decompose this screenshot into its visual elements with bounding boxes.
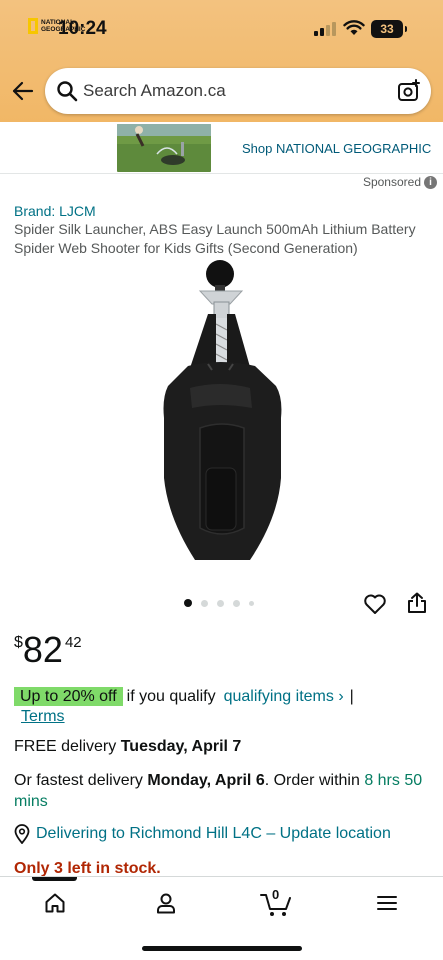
product-title: Spider Silk Launcher, ABS Easy Launch 50…	[14, 221, 416, 256]
home-indicator[interactable]	[142, 946, 302, 951]
promo-separator: |	[349, 688, 354, 705]
promo-line: Up to 20% off if you qualify qualifying it…	[14, 686, 434, 708]
update-location-link[interactable]: Delivering to Richmond Hill L4C – Update…	[14, 824, 391, 844]
camera-icon[interactable]	[397, 79, 421, 103]
wifi-icon	[343, 20, 365, 35]
location-pin-icon	[14, 824, 30, 844]
product-image[interactable]	[140, 258, 305, 563]
price: $ 82 42	[14, 629, 82, 670]
brand-link[interactable]: Brand: LJCM	[14, 203, 96, 219]
carousel-dot[interactable]	[184, 599, 192, 607]
carousel-dot[interactable]	[249, 600, 254, 606]
heart-icon[interactable]	[363, 593, 387, 615]
menu-icon	[377, 896, 397, 910]
shop-national-geographic-link[interactable]: Shop NATIONAL GEOGRAPHIC	[242, 141, 431, 156]
carousel-dot[interactable]	[201, 599, 208, 607]
share-icon[interactable]	[407, 592, 427, 614]
cart-count: 0	[272, 887, 280, 902]
battery-indicator: 33	[371, 20, 407, 38]
search-bar[interactable]	[45, 68, 431, 114]
account-icon	[157, 893, 175, 914]
carousel-dot[interactable]	[217, 599, 224, 607]
home-icon	[45, 893, 65, 913]
sponsored-label[interactable]: Sponsored i	[363, 175, 437, 189]
free-delivery: FREE delivery Tuesday, April 7	[14, 738, 242, 755]
search-input[interactable]	[83, 68, 383, 114]
fastest-delivery: Or fastest delivery Monday, April 6. Ord…	[14, 772, 423, 810]
back-arrow-icon[interactable]	[10, 78, 36, 104]
qualifying-items-link[interactable]: qualifying items ›	[224, 688, 344, 705]
nav-cart[interactable]: 0	[256, 887, 296, 919]
carousel-dot[interactable]	[233, 599, 240, 607]
ad-product-image[interactable]	[117, 124, 211, 172]
nav-account[interactable]	[146, 887, 186, 919]
active-tab-indicator	[32, 877, 77, 881]
info-icon[interactable]: i	[424, 175, 437, 189]
promo-badge: Up to 20% off	[14, 687, 123, 706]
promo-text: if you qualify	[126, 688, 216, 705]
signal-icon	[314, 22, 340, 36]
terms-link[interactable]: Terms	[21, 708, 65, 726]
national-geographic-logo: NATIONAL GEOGRAPHIC	[28, 17, 88, 35]
nav-home[interactable]	[35, 887, 75, 919]
image-carousel-dots[interactable]	[184, 599, 254, 607]
search-icon[interactable]	[56, 80, 78, 102]
nav-menu[interactable]	[367, 887, 407, 919]
